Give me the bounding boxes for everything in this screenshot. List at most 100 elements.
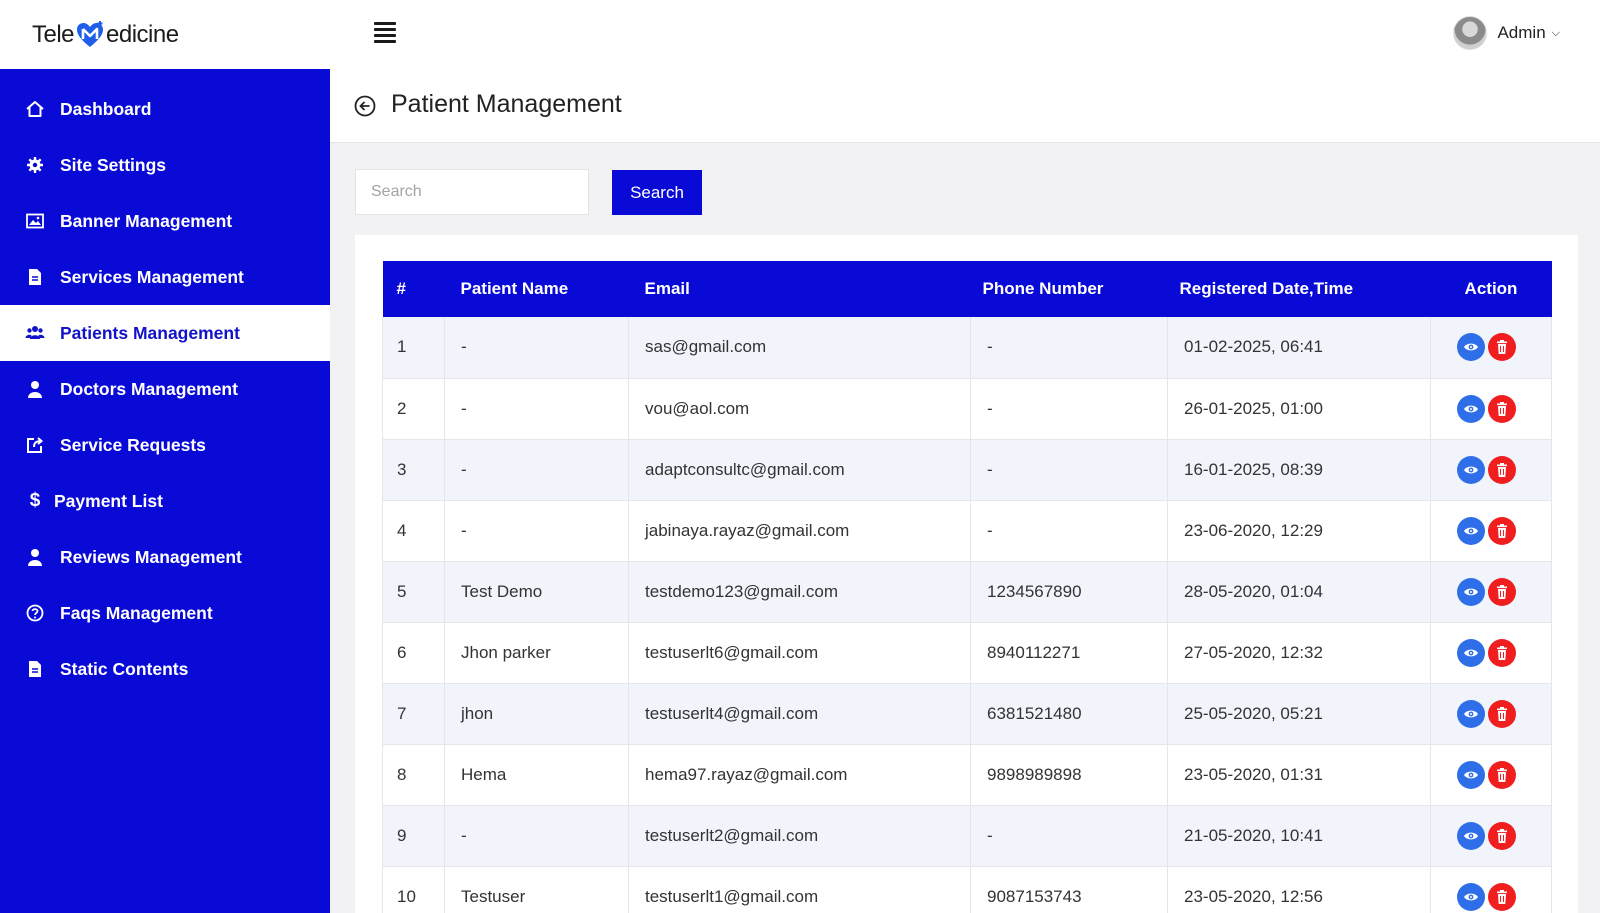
cell-phone-number: - <box>970 805 1168 866</box>
view-eye-icon[interactable] <box>1457 333 1485 362</box>
column-header-email: Email <box>644 279 690 298</box>
cell-number: 8 <box>382 744 445 805</box>
view-eye-icon[interactable] <box>1457 638 1485 667</box>
delete-trash-icon[interactable] <box>1488 394 1516 423</box>
cell-actions <box>1430 744 1552 805</box>
cell-email: testuserlt4@gmail.com <box>628 683 971 744</box>
question-icon <box>24 602 46 624</box>
cell-email: testuserlt2@gmail.com <box>628 805 971 866</box>
delete-trash-icon[interactable] <box>1488 638 1516 667</box>
page-header: Patient Management <box>330 69 1600 143</box>
sidebar-item-label: Static Contents <box>60 658 189 679</box>
admin-menu[interactable]: Admin ⌵ <box>1453 14 1560 52</box>
logo[interactable]: Tele edicine <box>32 18 179 52</box>
view-eye-icon[interactable] <box>1457 394 1485 423</box>
cell-registered-date: 23-05-2020, 12:56 <box>1167 866 1431 913</box>
column-header-number: # <box>396 279 406 298</box>
cell-patient-name: Test Demo <box>444 561 629 622</box>
delete-trash-icon[interactable] <box>1488 577 1516 606</box>
sidebar-item-services-management[interactable]: Services Management <box>0 249 330 305</box>
delete-trash-icon[interactable] <box>1488 699 1516 728</box>
sidebar-item-label: Dashboard <box>60 98 152 119</box>
logo-text-left: Tele <box>32 21 75 48</box>
sidebar-item-banner-management[interactable]: Banner Management <box>0 193 330 249</box>
view-eye-icon[interactable] <box>1457 699 1485 728</box>
dollar-icon: $ <box>29 490 41 511</box>
cell-email: testuserlt1@gmail.com <box>628 866 971 913</box>
back-arrow-icon[interactable] <box>354 95 376 117</box>
top-header: Tele edicine Admin ⌵ <box>0 0 1600 69</box>
cell-actions <box>1430 561 1552 622</box>
sidebar-item-site-settings[interactable]: Site Settings <box>0 137 330 193</box>
delete-trash-icon[interactable] <box>1488 821 1516 850</box>
view-eye-icon[interactable] <box>1457 882 1485 911</box>
cell-registered-date: 27-05-2020, 12:32 <box>1167 622 1431 683</box>
cell-email: hema97.rayaz@gmail.com <box>628 744 971 805</box>
delete-trash-icon[interactable] <box>1488 455 1516 484</box>
cell-number: 3 <box>382 439 445 500</box>
cell-phone-number: 8940112271 <box>970 622 1168 683</box>
sidebar: Dashboard Site Settings Banner Managemen… <box>0 69 330 913</box>
sidebar-item-reviews-management[interactable]: Reviews Management <box>0 529 330 585</box>
sidebar-item-static-contents[interactable]: Static Contents <box>0 641 330 697</box>
sidebar-item-label: Faqs Management <box>60 602 213 623</box>
cell-registered-date: 23-06-2020, 12:29 <box>1167 500 1431 561</box>
delete-trash-icon[interactable] <box>1488 516 1516 545</box>
view-eye-icon[interactable] <box>1457 760 1485 789</box>
sidebar-item-label: Services Management <box>60 266 244 287</box>
view-eye-icon[interactable] <box>1457 455 1485 484</box>
sidebar-item-patients-management[interactable]: Patients Management <box>0 305 330 361</box>
search-button[interactable]: Search <box>612 170 702 215</box>
sidebar-item-label: Patients Management <box>60 322 240 343</box>
cell-phone-number: - <box>970 317 1168 378</box>
cell-patient-name: Testuser <box>444 866 629 913</box>
sidebar-item-faqs-management[interactable]: Faqs Management <box>0 585 330 641</box>
sidebar-item-doctors-management[interactable]: Doctors Management <box>0 361 330 417</box>
cell-phone-number: - <box>970 439 1168 500</box>
cell-actions <box>1430 439 1552 500</box>
search-input[interactable] <box>355 169 589 215</box>
table-row: 1- sas@gmail.com -01-02-2025, 06:41 <box>382 317 1552 378</box>
delete-trash-icon[interactable] <box>1488 882 1516 911</box>
cell-phone-number: 1234567890 <box>970 561 1168 622</box>
cell-email: sas@gmail.com <box>628 317 971 378</box>
table-row: 9- testuserlt2@gmail.com -21-05-2020, 10:4… <box>382 805 1552 866</box>
cell-registered-date: 16-01-2025, 08:39 <box>1167 439 1431 500</box>
users-icon <box>24 322 46 344</box>
table-body: 1- sas@gmail.com -01-02-2025, 06:41 2- vou@a… <box>382 317 1552 913</box>
cell-registered-date: 23-05-2020, 01:31 <box>1167 744 1431 805</box>
cell-phone-number: 6381521480 <box>970 683 1168 744</box>
cell-actions <box>1430 683 1552 744</box>
cell-email: testdemo123@gmail.com <box>628 561 971 622</box>
heart-logo-icon <box>75 20 105 50</box>
sidebar-item-label: Service Requests <box>60 434 206 455</box>
sidebar-item-service-requests[interactable]: Service Requests <box>0 417 330 473</box>
cell-number: 10 <box>382 866 445 913</box>
view-eye-icon[interactable] <box>1457 577 1485 606</box>
cell-email: adaptconsultc@gmail.com <box>628 439 971 500</box>
chevron-down-icon: ⌵ <box>1551 26 1560 39</box>
sidebar-item-label: Reviews Management <box>60 546 242 567</box>
sidebar-item-payment-list[interactable]: $ Payment List <box>0 473 330 529</box>
cell-patient-name: Hema <box>444 744 629 805</box>
page-title: Patient Management <box>391 90 622 118</box>
menu-toggle-icon[interactable] <box>374 22 396 43</box>
cell-phone-number: - <box>970 378 1168 439</box>
home-icon <box>24 98 46 120</box>
view-eye-icon[interactable] <box>1457 821 1485 850</box>
delete-trash-icon[interactable] <box>1488 760 1516 789</box>
table-row: 5 Test Demo testdemo123@gmail.com 123456789… <box>382 561 1552 622</box>
view-eye-icon[interactable] <box>1457 516 1485 545</box>
table-row: 10 Testuser testuserlt1@gmail.com 908715374… <box>382 866 1552 913</box>
cell-number: 9 <box>382 805 445 866</box>
cell-patient-name: - <box>444 378 629 439</box>
table-row: 4- jabinaya.rayaz@gmail.com -23-06-2020, 1… <box>382 500 1552 561</box>
cell-actions <box>1430 866 1552 913</box>
file-icon <box>24 658 46 680</box>
cell-phone-number: - <box>970 500 1168 561</box>
logo-text-right: edicine <box>106 21 179 48</box>
delete-trash-icon[interactable] <box>1488 333 1516 362</box>
column-header-action: Action <box>1464 279 1518 298</box>
cell-actions <box>1430 805 1552 866</box>
sidebar-item-dashboard[interactable]: Dashboard <box>0 81 330 137</box>
